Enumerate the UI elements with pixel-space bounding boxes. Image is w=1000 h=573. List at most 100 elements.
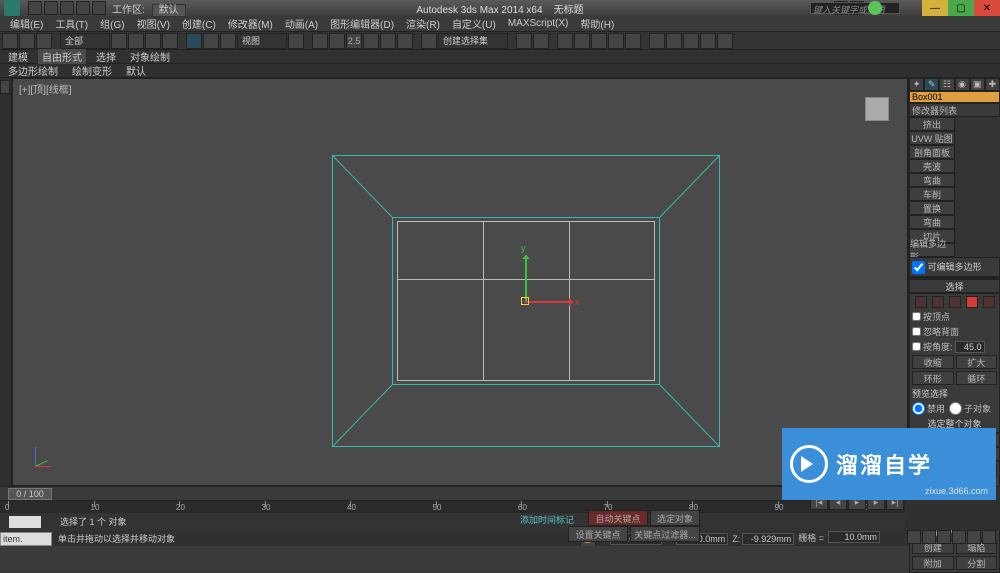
menu-customize[interactable]: 自定义(U)	[446, 16, 502, 31]
close-button[interactable]: ✕	[974, 0, 1000, 16]
menu-group[interactable]: 组(G)	[94, 16, 130, 31]
select-scale-icon[interactable]	[220, 33, 236, 49]
qat-new-icon[interactable]	[28, 1, 42, 15]
left-tool-1-icon[interactable]	[0, 80, 10, 94]
render-iterative-icon[interactable]	[700, 33, 716, 49]
set-key-button[interactable]: 设置关键点	[568, 526, 628, 542]
menu-edit[interactable]: 编辑(E)	[4, 16, 49, 31]
angle-snap-icon[interactable]	[363, 33, 379, 49]
cmd-tab-create-icon[interactable]: ✦	[909, 78, 924, 91]
ribbon-tab-modeling[interactable]: 建模	[4, 49, 32, 64]
ribbon-panel-defaults[interactable]: 默认	[122, 63, 150, 78]
cmd-tab-display-icon[interactable]: ▣	[970, 78, 985, 91]
workspace-dropdown[interactable]: 默认	[152, 4, 186, 17]
curve-editor-icon[interactable]	[591, 33, 607, 49]
ribbon-panel-paintdeform[interactable]: 绘制变形	[68, 63, 116, 78]
viewport-top[interactable]: [+][顶][线框] y x	[12, 78, 908, 486]
time-ruler[interactable]: 0102030405060708090100	[0, 501, 905, 513]
select-region-icon[interactable]	[145, 33, 161, 49]
help-icon[interactable]	[868, 1, 882, 15]
vertex-mode-icon[interactable]	[915, 296, 927, 308]
pan-icon[interactable]	[907, 530, 921, 544]
selected-filter[interactable]: 选定对象	[650, 510, 700, 526]
mod-button[interactable]: 编辑多边形	[909, 243, 955, 257]
object-name-field[interactable]: Box001	[909, 91, 1000, 103]
menu-rendering[interactable]: 渲染(R)	[400, 16, 446, 31]
mod-button[interactable]: 车削	[909, 187, 955, 201]
selection-filter-dropdown[interactable]: 全部	[60, 33, 110, 49]
preview-sub-radio[interactable]: 子对象	[949, 402, 991, 415]
select-move-icon[interactable]	[186, 33, 202, 49]
menu-maxscript[interactable]: MAXScript(X)	[502, 18, 575, 29]
by-angle-checkbox[interactable]: 按角度:	[912, 340, 953, 353]
search-input[interactable]: 键入关键字或短语	[810, 2, 900, 14]
mod-button[interactable]: 置换	[909, 201, 955, 215]
cmd-tab-modify-icon[interactable]: ✎	[924, 78, 939, 91]
auto-key-button[interactable]: 自动关键点	[588, 510, 648, 526]
by-vertex-checkbox[interactable]: 按顶点	[912, 310, 997, 323]
render-production-icon[interactable]	[683, 33, 699, 49]
viewcube-icon[interactable]	[865, 97, 889, 121]
rendered-frame-icon[interactable]	[666, 33, 682, 49]
attach-button[interactable]: 附加	[912, 556, 954, 570]
zoom-extents-icon[interactable]	[937, 530, 951, 544]
qat-save-icon[interactable]	[60, 1, 74, 15]
menu-create[interactable]: 创建(C)	[176, 16, 222, 31]
menu-modifiers[interactable]: 修改器(M)	[222, 16, 279, 31]
polygon-mode-icon[interactable]	[966, 296, 978, 308]
unlink-icon[interactable]	[19, 33, 35, 49]
preview-off-radio[interactable]: 禁用	[912, 402, 945, 415]
stack-item-toggle[interactable]	[912, 261, 925, 274]
key-filters-button[interactable]: 关键点过滤器...	[630, 526, 700, 542]
render-setup-icon[interactable]	[649, 33, 665, 49]
menu-views[interactable]: 视图(V)	[131, 16, 176, 31]
qat-undo-icon[interactable]	[76, 1, 90, 15]
cmd-tab-utilities-icon[interactable]: ✚	[985, 78, 1000, 91]
app-logo-icon[interactable]	[4, 0, 20, 16]
ignore-backfacing-checkbox[interactable]: 忽略背面	[912, 325, 997, 338]
mirror-icon[interactable]	[516, 33, 532, 49]
zoom-icon[interactable]	[922, 530, 936, 544]
ribbon-tab-selection[interactable]: 选择	[92, 49, 120, 64]
ref-coord-dropdown[interactable]: 视图	[237, 33, 287, 49]
menu-tools[interactable]: 工具(T)	[49, 16, 94, 31]
menu-graph-editors[interactable]: 图形编辑器(D)	[324, 16, 400, 31]
detach-button[interactable]: 分割	[956, 556, 998, 570]
modifier-stack[interactable]: 可编辑多边形	[909, 257, 1000, 277]
time-slider-track[interactable]: 0 / 100	[0, 487, 905, 501]
ribbon-tab-object-paint[interactable]: 对象绘制	[126, 49, 174, 64]
viewport-label[interactable]: [+][顶][线框]	[19, 81, 72, 96]
edit-named-sel-icon[interactable]	[421, 33, 437, 49]
cmd-tab-motion-icon[interactable]: ◉	[955, 78, 970, 91]
percent-snap-icon[interactable]	[380, 33, 396, 49]
loop-button[interactable]: 循环	[956, 371, 998, 385]
gizmo-x-axis[interactable]	[525, 301, 573, 303]
select-link-icon[interactable]	[2, 33, 18, 49]
layer-manager-icon[interactable]	[557, 33, 573, 49]
ring-button[interactable]: 环形	[912, 371, 954, 385]
ribbon-panel-polydraw[interactable]: 多边形绘制	[4, 63, 62, 78]
render-active-icon[interactable]	[717, 33, 733, 49]
modifier-list-dropdown[interactable]: 修改器列表	[909, 103, 1000, 117]
track-bar[interactable]	[0, 513, 905, 531]
time-slider-handle[interactable]: 0 / 100	[8, 488, 52, 500]
align-icon[interactable]	[533, 33, 549, 49]
manipulate-icon[interactable]	[312, 33, 328, 49]
window-crossing-icon[interactable]	[162, 33, 178, 49]
gizmo-xy-plane[interactable]	[521, 297, 529, 305]
mod-button[interactable]: 剖角面板	[909, 145, 955, 159]
mod-button[interactable]: 弯曲	[909, 173, 955, 187]
edge-mode-icon[interactable]	[932, 296, 944, 308]
ribbon-tab-freeform[interactable]: 自由形式	[38, 49, 86, 64]
mod-button[interactable]: 挤出	[909, 117, 955, 131]
snap-toggle-icon[interactable]: 2.5	[346, 33, 362, 49]
border-mode-icon[interactable]	[949, 296, 961, 308]
mod-button[interactable]: 弯曲	[909, 215, 955, 229]
select-by-name-icon[interactable]	[128, 33, 144, 49]
qat-redo-icon[interactable]	[92, 1, 106, 15]
grow-button[interactable]: 扩大	[956, 355, 998, 369]
add-time-tag[interactable]: 添加时间标记	[520, 513, 574, 526]
mod-button[interactable]: UVW 贴图	[909, 131, 955, 145]
zoom-region-icon[interactable]	[952, 530, 966, 544]
qat-open-icon[interactable]	[44, 1, 58, 15]
